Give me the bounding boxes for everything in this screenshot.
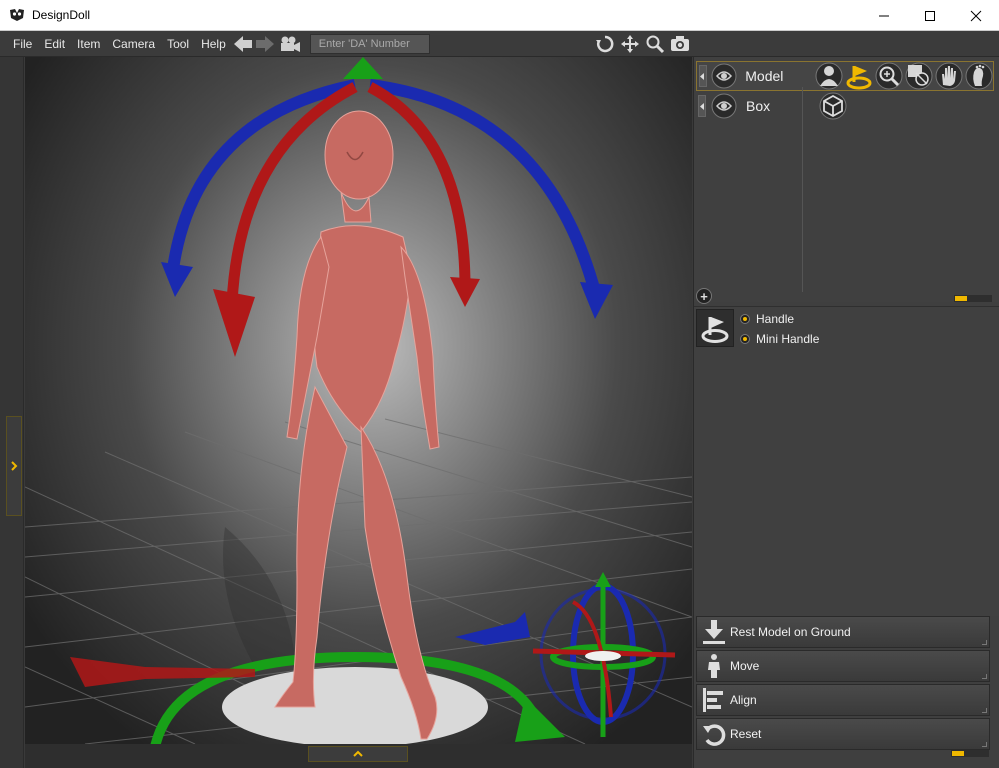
chevron-right-icon (11, 461, 18, 471)
handle-mode-icon[interactable] (696, 309, 734, 347)
left-side-strip (0, 57, 24, 768)
rest-model-on-ground-button[interactable]: Rest Model on Ground (696, 616, 990, 648)
designdoll-logo-icon (9, 7, 25, 23)
pan-view-icon[interactable] (619, 33, 641, 55)
expand-box-button[interactable] (698, 95, 706, 117)
handle-option-handle[interactable]: Handle (740, 312, 794, 326)
handle-option-mini-handle[interactable]: Mini Handle (740, 332, 819, 346)
rest-model-label: Rest Model on Ground (730, 625, 851, 639)
expand-model-button[interactable] (699, 65, 707, 87)
scroll-thumb[interactable] (952, 751, 964, 756)
move-figure-icon (701, 652, 727, 680)
minimize-icon (879, 15, 889, 16)
eye-visibility-icon[interactable] (711, 62, 738, 90)
menu-edit[interactable]: Edit (38, 31, 71, 57)
menu-tool[interactable]: Tool (161, 31, 195, 57)
add-object-button[interactable]: + (696, 288, 712, 304)
object-row-box[interactable]: Box (696, 91, 994, 121)
panel-scrollbar[interactable] (951, 750, 989, 757)
maximize-button[interactable] (907, 0, 953, 31)
menu-item[interactable]: Item (71, 31, 106, 57)
plus-icon: + (700, 288, 708, 304)
caret-left-icon (700, 72, 705, 80)
align-label: Align (730, 693, 757, 707)
scroll-thumb[interactable] (955, 296, 967, 301)
title-bar: DesignDoll (0, 0, 999, 31)
close-icon (970, 10, 982, 21)
reset-label: Reset (730, 727, 762, 741)
caret-left-icon (699, 102, 704, 110)
menu-help[interactable]: Help (195, 31, 232, 57)
zoom-part-icon[interactable] (874, 62, 903, 91)
chevron-up-icon (353, 750, 363, 757)
zoom-view-icon[interactable] (644, 33, 666, 55)
3d-viewport[interactable] (25, 57, 692, 744)
figure-edit-icon[interactable] (814, 62, 843, 91)
right-panel: Model Box + Handle Mini Handle Rest Mode… (693, 57, 999, 768)
menu-camera[interactable]: Camera (106, 31, 161, 57)
menu-file[interactable]: File (7, 31, 38, 57)
handle-options-section: Handle Mini Handle (694, 306, 999, 616)
object-label-model: Model (745, 68, 784, 84)
align-button[interactable]: Align (696, 684, 990, 716)
screenshot-camera-icon[interactable] (669, 33, 691, 55)
minimize-button[interactable] (861, 0, 907, 31)
radio-handle[interactable] (740, 314, 750, 324)
da-number-input[interactable] (309, 33, 430, 54)
align-icon (701, 686, 727, 714)
rest-on-ground-icon (701, 618, 727, 646)
maximize-icon (925, 10, 935, 21)
forward-arrow-icon[interactable] (254, 33, 276, 55)
window-title: DesignDoll (32, 8, 91, 22)
bottom-panel-expand-button[interactable] (308, 746, 408, 762)
movie-camera-icon[interactable] (278, 33, 302, 55)
back-arrow-icon[interactable] (232, 33, 254, 55)
hand-pose-icon[interactable] (934, 62, 963, 91)
rotate-view-icon[interactable] (594, 33, 616, 55)
left-panel-expand-button[interactable] (6, 416, 22, 516)
mini-handle-option-label: Mini Handle (756, 332, 820, 346)
object-list: Model Box + (694, 57, 999, 304)
mini-gizmo (532, 572, 676, 737)
move-label: Move (730, 659, 760, 673)
reset-icon (701, 720, 727, 748)
proportion-icon[interactable] (904, 62, 933, 91)
foot-pose-icon[interactable] (964, 62, 993, 91)
object-list-scrollbar[interactable] (954, 295, 992, 302)
handle-tool-icon[interactable] (844, 62, 873, 91)
object-list-divider (802, 87, 803, 292)
eye-visibility-icon[interactable] (710, 92, 738, 120)
doll-figure (274, 110, 440, 740)
box-cube-icon[interactable] (818, 92, 847, 121)
handle-option-label: Handle (756, 312, 795, 326)
close-button[interactable] (953, 0, 999, 31)
bottom-strip (25, 744, 692, 768)
move-button[interactable]: Move (696, 650, 990, 682)
menu-bar: File Edit Item Camera Tool Help (0, 31, 999, 57)
object-row-model[interactable]: Model (696, 61, 994, 91)
scene (25, 57, 692, 744)
object-label-box: Box (746, 98, 771, 114)
ground-disk (222, 667, 488, 744)
reset-button[interactable]: Reset (696, 718, 990, 750)
radio-mini-handle[interactable] (740, 334, 750, 344)
